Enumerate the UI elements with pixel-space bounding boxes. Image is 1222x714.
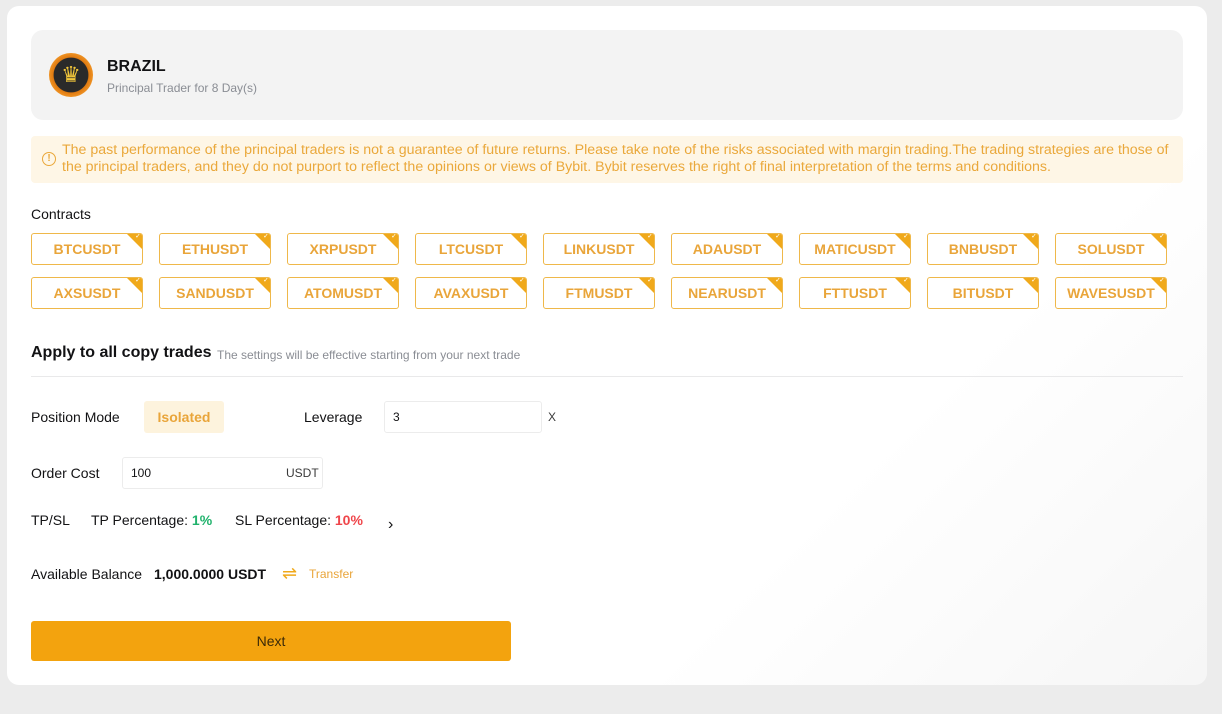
contract-chip-label: BNBUSDT	[948, 241, 1018, 257]
checkmark-icon: ✓	[519, 233, 525, 240]
order-cost-label: Order Cost	[31, 465, 100, 481]
checkmark-icon: ✓	[135, 277, 141, 284]
checkmark-icon: ✓	[391, 277, 397, 284]
contract-chip-label: SANDUSDT	[176, 285, 254, 301]
position-mode-isolated-button[interactable]: Isolated	[144, 401, 224, 433]
contract-chip-label: XRPUSDT	[309, 241, 377, 257]
contracts-label: Contracts	[31, 206, 91, 222]
order-cost-suffix: USDT	[286, 466, 319, 480]
checkmark-icon: ✓	[391, 233, 397, 240]
contract-chip[interactable]: ATOMUSDT ✓	[287, 277, 399, 309]
contract-chip[interactable]: LTCUSDT ✓	[415, 233, 527, 265]
contract-chip-label: ATOMUSDT	[303, 285, 383, 301]
contract-chip[interactable]: LINKUSDT ✓	[543, 233, 655, 265]
tp-label: TP Percentage:	[91, 512, 189, 528]
position-mode-label: Position Mode	[31, 409, 120, 425]
contract-chip-label: ETHUSDT	[181, 241, 249, 257]
tp-value: 1%	[191, 512, 213, 528]
available-balance-value: 1,000.0000 USDT	[154, 566, 267, 582]
contract-chip[interactable]: BNBUSDT ✓	[927, 233, 1039, 265]
contract-chip-label: AXSUSDT	[53, 285, 121, 301]
trader-header: ♛ BRAZIL Principal Trader for 8 Day(s)	[31, 30, 1183, 120]
leverage-label: Leverage	[304, 409, 363, 425]
contract-chip-label: LINKUSDT	[563, 241, 635, 257]
checkmark-icon: ✓	[775, 277, 781, 284]
contract-chip-label: BITUSDT	[952, 285, 1014, 301]
contract-chip[interactable]: MATICUSDT ✓	[799, 233, 911, 265]
settings-title: Apply to all copy trades	[31, 344, 212, 361]
contracts-grid: BTCUSDT ✓ ETHUSDT ✓ XRPUSDT ✓ LTCUSDT ✓ LINKUSDT…	[31, 233, 1191, 309]
contract-chip-label: WAVESUSDT	[1067, 285, 1155, 301]
contract-chip[interactable]: BTCUSDT ✓	[31, 233, 143, 265]
info-circle-icon: !	[42, 152, 56, 166]
checkmark-icon: ✓	[903, 233, 909, 240]
contract-chip[interactable]: AVAXUSDT ✓	[415, 277, 527, 309]
transfer-arrows-icon[interactable]: ⇌	[282, 563, 297, 584]
next-button[interactable]: Next	[31, 621, 511, 661]
order-cost-field[interactable]: USDT	[122, 457, 323, 489]
risk-notice: ! The past performance of the principal …	[31, 136, 1183, 183]
copy-trade-settings-card: ♛ BRAZIL Principal Trader for 8 Day(s) !…	[7, 6, 1207, 685]
tp-percentage: TP Percentage: 1%	[91, 512, 212, 528]
sl-label: SL Percentage:	[235, 512, 331, 528]
contract-chip-label: BTCUSDT	[53, 241, 121, 257]
divider	[31, 376, 1183, 377]
crown-icon: ♛	[61, 62, 81, 87]
contract-chip[interactable]: FTTUSDT ✓	[799, 277, 911, 309]
contract-chip-label: AVAXUSDT	[433, 285, 509, 301]
contract-chip-label: NEARUSDT	[688, 285, 766, 301]
tpsl-label: TP/SL	[31, 512, 70, 528]
contract-chip[interactable]: AXSUSDT ✓	[31, 277, 143, 309]
contract-chip[interactable]: SOLUSDT ✓	[1055, 233, 1167, 265]
contract-chip-label: FTTUSDT	[823, 285, 887, 301]
checkmark-icon: ✓	[1031, 277, 1037, 284]
checkmark-icon: ✓	[135, 233, 141, 240]
checkmark-icon: ✓	[775, 233, 781, 240]
leverage-input[interactable]	[393, 410, 548, 424]
trader-name: BRAZIL	[107, 58, 166, 75]
checkmark-icon: ✓	[263, 277, 269, 284]
checkmark-icon: ✓	[263, 233, 269, 240]
contract-chip[interactable]: ETHUSDT ✓	[159, 233, 271, 265]
contract-chip[interactable]: WAVESUSDT ✓	[1055, 277, 1167, 309]
trader-subtitle: Principal Trader for 8 Day(s)	[107, 81, 258, 95]
sl-value: 10%	[334, 512, 363, 528]
trader-avatar: ♛	[49, 53, 93, 97]
contract-chip[interactable]: FTMUSDT ✓	[543, 277, 655, 309]
checkmark-icon: ✓	[1159, 233, 1165, 240]
leverage-field[interactable]: X	[384, 401, 556, 433]
checkmark-icon: ✓	[903, 277, 909, 284]
contract-chip[interactable]: NEARUSDT ✓	[671, 277, 783, 309]
available-balance-label: Available Balance	[31, 566, 143, 582]
order-cost-input[interactable]	[131, 466, 286, 480]
contract-chip-label: LTCUSDT	[438, 241, 504, 257]
contract-chip[interactable]: ADAUSDT ✓	[671, 233, 783, 265]
contract-chip-label: FTMUSDT	[565, 285, 633, 301]
contract-chip-label: MATICUSDT	[814, 241, 896, 257]
checkmark-icon: ✓	[1159, 277, 1165, 284]
contract-chip-label: SOLUSDT	[1077, 241, 1145, 257]
contract-chip-label: ADAUSDT	[692, 241, 762, 257]
contract-chip[interactable]: SANDUSDT ✓	[159, 277, 271, 309]
sl-percentage: SL Percentage: 10%	[235, 512, 363, 528]
transfer-link[interactable]: Transfer	[309, 567, 353, 581]
contract-chip[interactable]: XRPUSDT ✓	[287, 233, 399, 265]
checkmark-icon: ✓	[1031, 233, 1037, 240]
chevron-right-icon[interactable]: ›	[388, 516, 393, 534]
risk-notice-text: The past performance of the principal tr…	[62, 142, 1169, 175]
leverage-suffix: X	[548, 410, 557, 424]
checkmark-icon: ✓	[647, 277, 653, 284]
contract-chip[interactable]: BITUSDT ✓	[927, 277, 1039, 309]
checkmark-icon: ✓	[519, 277, 525, 284]
settings-subtitle: The settings will be effective starting …	[217, 348, 521, 362]
checkmark-icon: ✓	[647, 233, 653, 240]
